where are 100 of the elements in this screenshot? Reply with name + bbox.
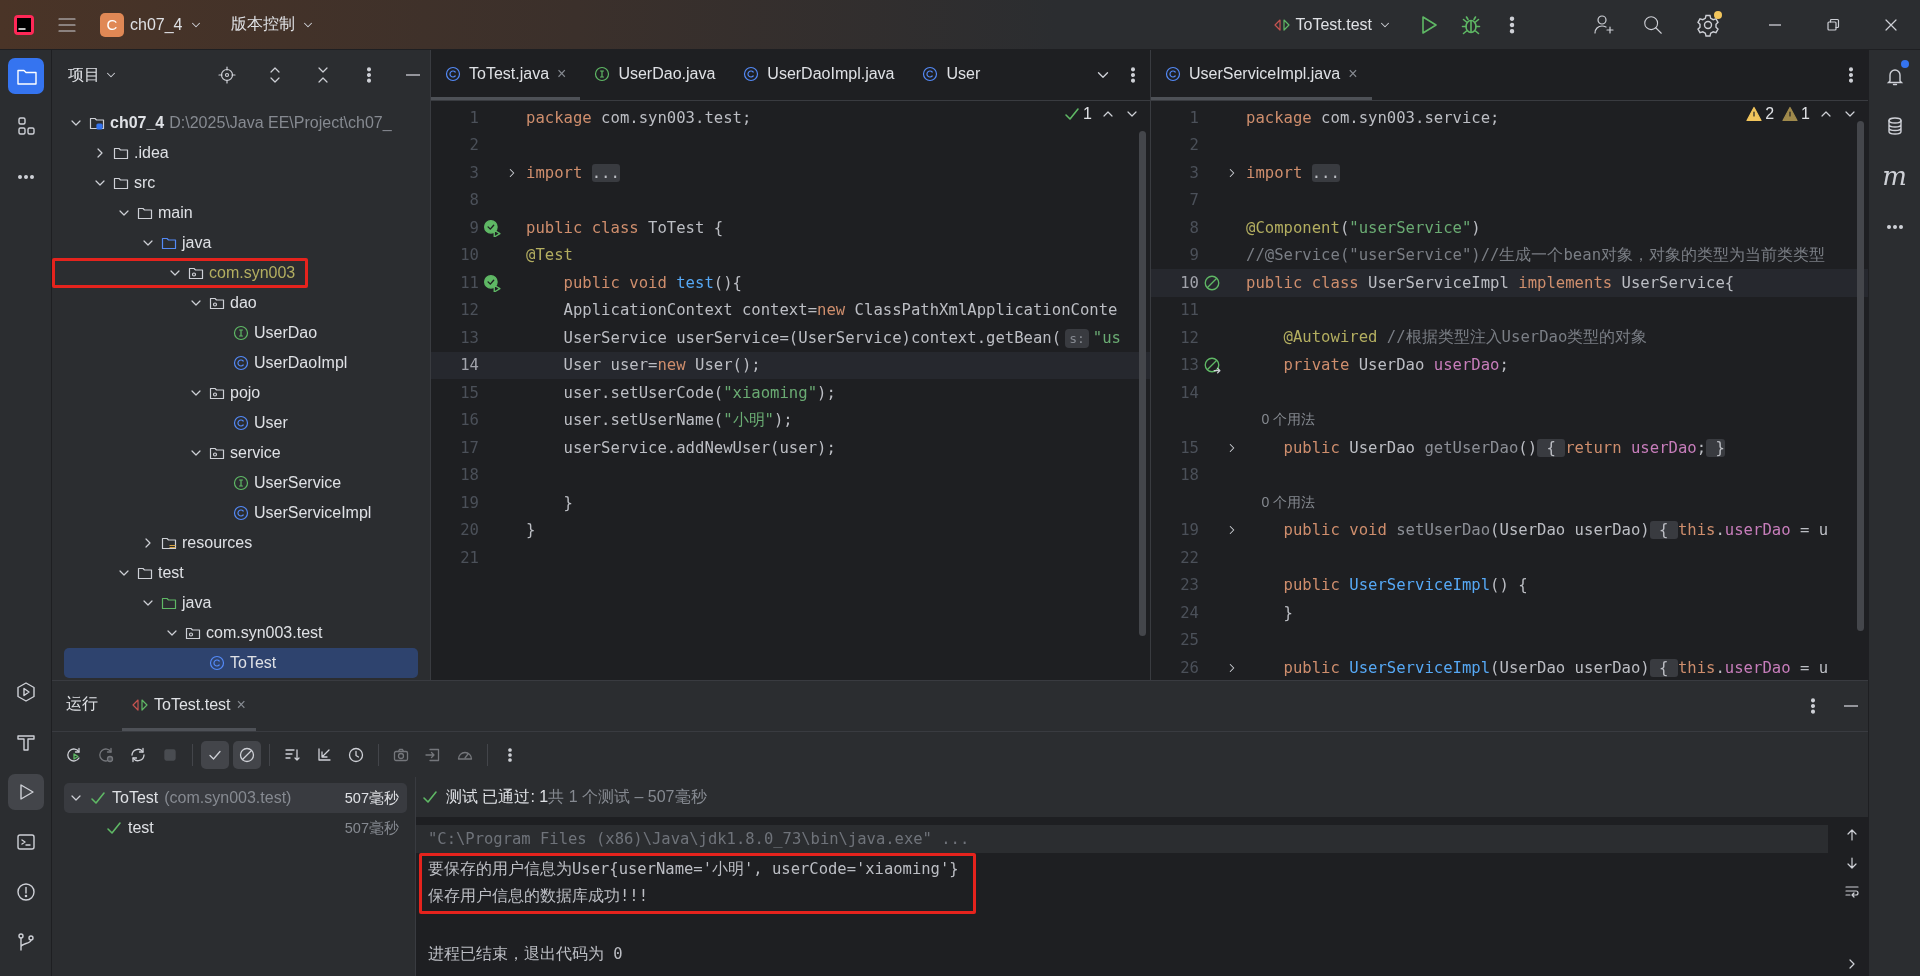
tree-item[interactable]: .idea bbox=[52, 138, 418, 168]
ignored-icon[interactable] bbox=[233, 740, 261, 769]
tree-item[interactable]: UserServiceImpl bbox=[52, 498, 418, 528]
console-command: "C:\Program Files (x86)\Java\jdk1.8.0_73\bin\java.exe" ... bbox=[416, 825, 1828, 853]
tree-item[interactable]: pojo bbox=[52, 378, 418, 408]
maven-tool-button[interactable]: m bbox=[1876, 158, 1913, 194]
code-line: public UserServiceImpl() { bbox=[1282, 576, 1528, 595]
warning-icon bbox=[1782, 106, 1799, 122]
module-folder-icon bbox=[89, 115, 105, 131]
test-tree-item[interactable]: ToTest (com.syn003.test) 507毫秒 bbox=[64, 783, 407, 813]
tree-item[interactable]: test bbox=[52, 558, 418, 588]
code-line: ApplicationContext context=new ClassPathXmlApplicationConte bbox=[562, 301, 1118, 320]
usage-hint[interactable]: 0 个用法 bbox=[1246, 411, 1316, 430]
package-folder-icon bbox=[185, 625, 201, 641]
tree-item[interactable]: ToTest bbox=[64, 648, 418, 678]
code-line: } bbox=[562, 493, 573, 512]
folder-icon bbox=[137, 205, 153, 221]
play-icon[interactable] bbox=[7, 774, 44, 810]
interface-icon bbox=[594, 65, 611, 82]
warning-icon bbox=[1746, 106, 1763, 122]
tree-item[interactable]: com.syn003.test bbox=[52, 618, 418, 648]
tree-item[interactable]: java bbox=[52, 228, 418, 258]
tree-item[interactable]: com.syn003 bbox=[52, 258, 309, 288]
restore-icon bbox=[1825, 16, 1841, 33]
close-icon[interactable]: × bbox=[1348, 64, 1358, 83]
test-tree-item[interactable]: test 507毫秒 bbox=[64, 813, 407, 843]
editor-tab[interactable]: ToTest.java × bbox=[431, 50, 581, 100]
class-icon bbox=[233, 415, 249, 431]
run-configuration[interactable]: ToTest.test bbox=[1265, 9, 1400, 40]
package-folder-icon bbox=[209, 295, 225, 311]
check-icon bbox=[1064, 106, 1081, 122]
scrollbar-thumb[interactable] bbox=[1139, 131, 1146, 636]
tree-item[interactable]: UserService bbox=[52, 468, 418, 498]
test-folder-icon bbox=[161, 595, 177, 611]
editor-tab[interactable]: UserDao.java bbox=[580, 50, 730, 100]
tree-item[interactable]: service bbox=[52, 438, 418, 468]
run-test-icon[interactable] bbox=[483, 218, 501, 237]
class-icon bbox=[209, 655, 225, 671]
code-line: public void test(){ bbox=[562, 273, 742, 292]
line-number: 10 bbox=[1179, 273, 1199, 292]
soft-wrap-icon[interactable] bbox=[1844, 883, 1860, 899]
tool-window-title[interactable]: 运行 bbox=[56, 681, 108, 731]
source-folder-icon bbox=[161, 235, 177, 251]
app-logo-icon[interactable] bbox=[12, 12, 36, 37]
tree-item[interactable]: resources bbox=[52, 528, 418, 558]
scrollbar-thumb[interactable] bbox=[1857, 121, 1864, 631]
interface-icon bbox=[233, 325, 249, 341]
tree-item[interactable]: src bbox=[52, 168, 418, 198]
test-duration: 507毫秒 bbox=[344, 818, 399, 838]
check-icon[interactable] bbox=[201, 740, 229, 769]
code-line: @Autowired //根据类型注入UserDao类型的对象 bbox=[1282, 327, 1648, 349]
console-output: 要保存的用户信息为User{userName='小明', userCode='xiaoming'} bbox=[427, 858, 959, 880]
bug-icon[interactable] bbox=[1460, 13, 1482, 36]
console-output: 保存用户信息的数据库成功!!! bbox=[427, 886, 649, 908]
code-line: package com.syn003.service; bbox=[1246, 108, 1500, 127]
editor-tab[interactable]: UserDaoImpl.java bbox=[729, 50, 909, 100]
code-line: user.setUserName("小明"); bbox=[562, 409, 793, 431]
tree-item[interactable]: UserDaoImpl bbox=[52, 348, 418, 378]
class-icon bbox=[445, 65, 461, 82]
path-hint: D:\2025\Java EE\Project\ch07_ bbox=[169, 114, 392, 132]
code-line: import ... bbox=[1246, 163, 1340, 182]
close-icon[interactable]: × bbox=[236, 695, 246, 714]
minimize-icon[interactable] bbox=[1769, 23, 1781, 26]
tree-item[interactable]: User bbox=[52, 408, 418, 438]
line-number: 14 bbox=[459, 356, 479, 375]
run-test-icon[interactable] bbox=[483, 273, 501, 292]
project-selector[interactable]: C ch07_4 bbox=[92, 6, 211, 43]
tree-item[interactable]: dao bbox=[52, 288, 418, 318]
package-folder-icon bbox=[209, 385, 225, 401]
tree-item[interactable]: UserDao bbox=[52, 318, 418, 348]
console-exit-message: 进程已结束，退出代码为 0 bbox=[427, 944, 623, 966]
package-hint: (com.syn003.test) bbox=[164, 789, 292, 807]
editor-tab[interactable]: User bbox=[908, 50, 995, 100]
folder-icon bbox=[137, 565, 153, 581]
tree-item[interactable]: ch07_4 D:\2025\Java EE\Project\ch07_ bbox=[52, 108, 418, 138]
vcs-menu[interactable]: 版本控制 bbox=[222, 8, 323, 41]
tree-item[interactable]: main bbox=[52, 198, 418, 228]
bean-link-icon[interactable] bbox=[1203, 356, 1221, 375]
code-line: import ... bbox=[526, 163, 620, 182]
code-line: @Test bbox=[526, 246, 573, 265]
run-tab[interactable]: ToTest.test × bbox=[122, 681, 256, 731]
class-icon bbox=[743, 65, 760, 82]
folder-icon[interactable] bbox=[7, 58, 44, 94]
usage-hint[interactable]: 0 个用法 bbox=[1246, 493, 1316, 512]
project-view-selector[interactable]: 项目 bbox=[64, 60, 122, 90]
folder-icon bbox=[113, 175, 129, 191]
close-icon[interactable]: × bbox=[557, 64, 567, 83]
editor-tab[interactable]: UserServiceImpl.java × bbox=[1151, 50, 1372, 100]
code-line: } bbox=[526, 521, 536, 540]
locate-icon[interactable] bbox=[218, 66, 236, 84]
tree-item[interactable]: java bbox=[52, 588, 418, 618]
inspection-indicator[interactable]: 2 bbox=[1746, 105, 1775, 123]
test-status: 测试 已通过: 1共 1 个测试 – 507毫秒 bbox=[446, 786, 707, 807]
search-icon[interactable] bbox=[1642, 13, 1664, 36]
bean-icon[interactable] bbox=[1203, 273, 1221, 292]
interface-icon bbox=[233, 475, 249, 491]
code-line: package com.syn003.test; bbox=[526, 108, 752, 127]
check-icon bbox=[106, 820, 122, 836]
inspection-indicator[interactable]: 1 bbox=[1782, 105, 1810, 123]
inspection-indicator[interactable]: 1 bbox=[1064, 105, 1092, 123]
